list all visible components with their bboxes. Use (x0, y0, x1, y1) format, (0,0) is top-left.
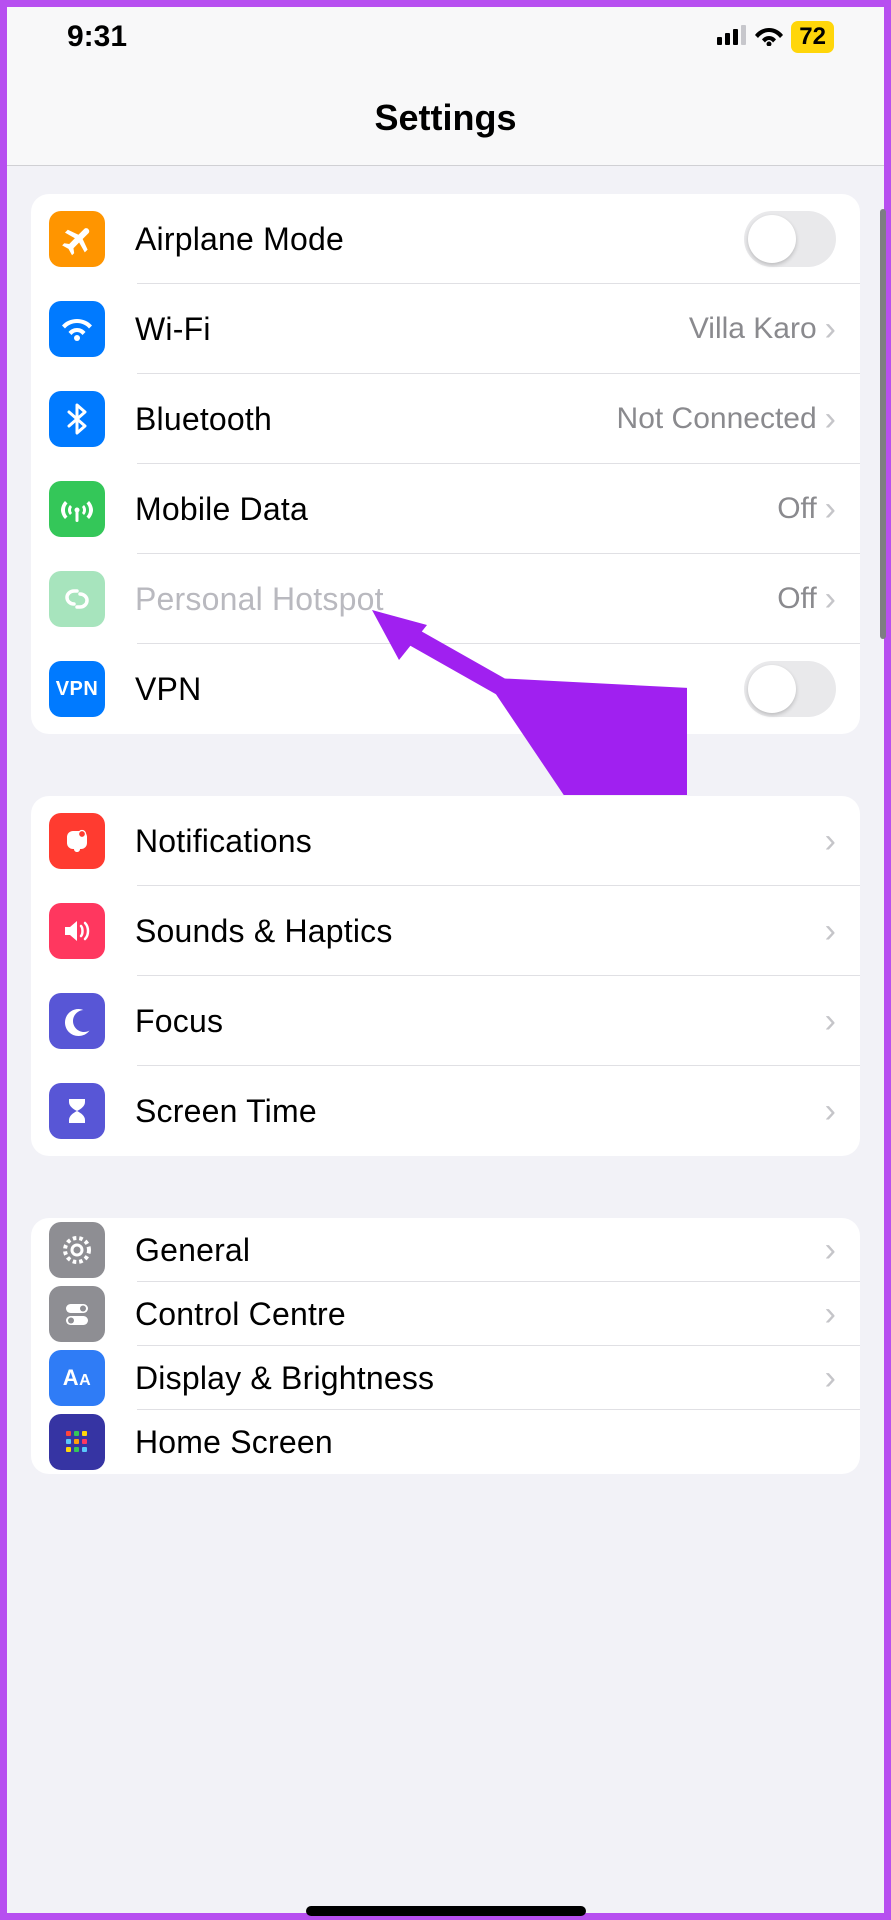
cellular-bars-icon (717, 25, 747, 50)
speaker-icon (49, 903, 105, 959)
row-vpn[interactable]: VPN VPN (31, 644, 860, 734)
grid-icon (49, 1414, 105, 1470)
nav-header: Settings (7, 67, 884, 166)
chevron-right-icon: › (825, 914, 836, 948)
row-personal-hotspot[interactable]: Personal Hotspot Off › (31, 554, 860, 644)
chevron-right-icon: › (825, 1297, 836, 1331)
chevron-right-icon: › (825, 1233, 836, 1267)
row-general[interactable]: General › (31, 1218, 860, 1282)
settings-row-value: Villa Karo (689, 312, 817, 346)
scrollbar[interactable] (880, 209, 886, 639)
section-device: General › Control Centre › AA Display & … (31, 1218, 860, 1474)
airplane-icon (49, 211, 105, 267)
row-focus[interactable]: Focus › (31, 976, 860, 1066)
row-notifications[interactable]: Notifications › (31, 796, 860, 886)
status-right: 72 (717, 21, 834, 53)
settings-row-label: Control Centre (135, 1296, 825, 1333)
hotspot-icon (49, 571, 105, 627)
vpn-icon: VPN (49, 661, 105, 717)
settings-row-label: Notifications (135, 823, 825, 860)
airplane-toggle[interactable] (744, 211, 836, 267)
settings-row-label: Personal Hotspot (135, 581, 777, 618)
chevron-right-icon: › (825, 1094, 836, 1128)
chevron-right-icon: › (825, 1004, 836, 1038)
settings-row-label: General (135, 1232, 825, 1269)
settings-row-label: Home Screen (135, 1424, 836, 1461)
settings-row-label: Wi-Fi (135, 311, 689, 348)
battery-level: 72 (791, 21, 834, 53)
row-wifi[interactable]: Wi-Fi Villa Karo › (31, 284, 860, 374)
row-display-brightness[interactable]: AA Display & Brightness › (31, 1346, 860, 1410)
settings-row-value: Off (777, 582, 816, 616)
row-airplane-mode[interactable]: Airplane Mode (31, 194, 860, 284)
chevron-right-icon: › (825, 402, 836, 436)
wifi-icon (49, 301, 105, 357)
settings-row-label: Mobile Data (135, 491, 777, 528)
status-bar: 9:31 72 (7, 7, 884, 67)
bluetooth-icon (49, 391, 105, 447)
settings-row-label: Focus (135, 1003, 825, 1040)
status-time: 9:31 (67, 20, 127, 54)
settings-row-label: VPN (135, 671, 744, 708)
page-title: Settings (7, 97, 884, 139)
row-control-centre[interactable]: Control Centre › (31, 1282, 860, 1346)
switches-icon (49, 1286, 105, 1342)
settings-row-label: Screen Time (135, 1093, 825, 1130)
row-bluetooth[interactable]: Bluetooth Not Connected › (31, 374, 860, 464)
chevron-right-icon: › (825, 312, 836, 346)
row-sounds-haptics[interactable]: Sounds & Haptics › (31, 886, 860, 976)
moon-icon (49, 993, 105, 1049)
row-mobile-data[interactable]: Mobile Data Off › (31, 464, 860, 554)
hourglass-icon (49, 1083, 105, 1139)
wifi-status-icon (755, 24, 783, 51)
chevron-right-icon: › (825, 1361, 836, 1395)
cellular-icon (49, 481, 105, 537)
settings-row-value: Not Connected (617, 402, 817, 436)
home-indicator[interactable] (306, 1906, 586, 1916)
settings-content: Airplane Mode Wi-Fi Villa Karo › Bluetoo… (7, 166, 884, 1474)
aa-icon: AA (49, 1350, 105, 1406)
section-connectivity: Airplane Mode Wi-Fi Villa Karo › Bluetoo… (31, 194, 860, 734)
settings-row-label: Display & Brightness (135, 1360, 825, 1397)
section-alerts: Notifications › Sounds & Haptics › Focus… (31, 796, 860, 1156)
row-screen-time[interactable]: Screen Time › (31, 1066, 860, 1156)
vpn-toggle[interactable] (744, 661, 836, 717)
chevron-right-icon: › (825, 492, 836, 526)
gear-icon (49, 1222, 105, 1278)
settings-row-value: Off (777, 492, 816, 526)
settings-row-label: Airplane Mode (135, 221, 744, 258)
chevron-right-icon: › (825, 824, 836, 858)
bell-icon (49, 813, 105, 869)
settings-row-label: Bluetooth (135, 401, 617, 438)
row-home-screen[interactable]: Home Screen (31, 1410, 860, 1474)
chevron-right-icon: › (825, 582, 836, 616)
settings-row-label: Sounds & Haptics (135, 913, 825, 950)
